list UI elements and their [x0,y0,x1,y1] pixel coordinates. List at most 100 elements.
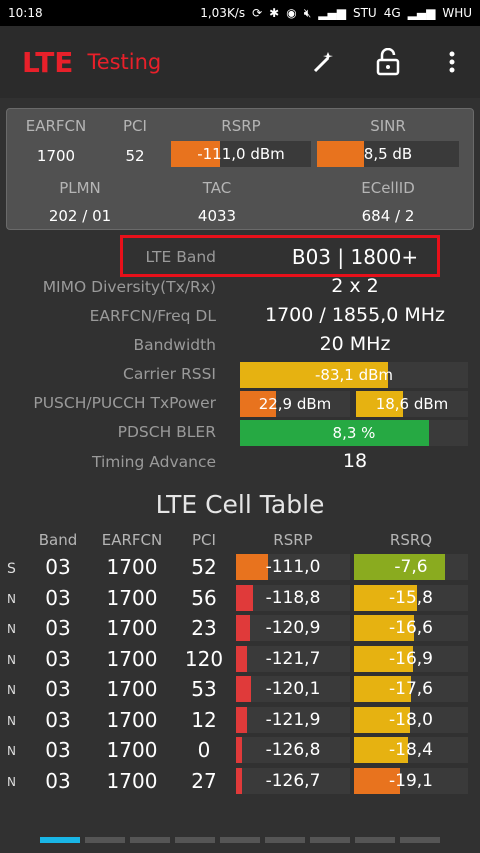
cell-earfcn: 1700 [106,707,158,732]
cell-band: 03 [45,616,71,640]
mimo-value: 2 x 2 [331,275,379,297]
cell-earfcn: 1700 [106,738,158,762]
bler-row: PDSCH BLER 8,3 % [0,419,480,448]
page-dot[interactable] [40,837,80,843]
page-dot[interactable] [400,837,440,843]
mimo-row: MIMO Diversity(Tx/Rx) 2 x 2 [0,274,480,303]
cell-band: 03 [45,738,71,762]
cell-rsrq-bar: -15,8 [354,584,468,611]
table-row: N 03 1700 23 -120,9 -16,6 [0,614,480,644]
app-bar: LTE Testing [0,26,480,98]
status-bar: 10:18 1,03K/s ⟳ ✱ ◉ 🔇︎ ▂▄▆ STU 4G ▂▄▆ WH… [0,0,480,26]
cell-pci: 12 [191,707,217,732]
cell-rsrq-value: -18,4 [389,740,433,760]
plmn-label: PLMN [59,179,101,197]
pci-value: 52 [125,147,145,165]
cell-rsrq-value: -7,6 [394,557,428,577]
cell-band: 03 [45,677,71,701]
page-dot[interactable] [355,837,395,843]
sinr-value: 8,5 dB [363,145,413,163]
bler-bar: 8,3 % [240,420,468,446]
app-subtitle: Testing [87,50,162,74]
cell-earfcn: 1700 [106,768,158,793]
rssi-value: -83,1 dBm [314,366,393,384]
ecellid-label: ECellID [361,179,415,197]
cell-rsrp-bar: -121,7 [236,645,350,672]
cell-rsrp-bar: -120,1 [236,676,350,702]
cell-rsrp-value: -121,9 [265,709,321,730]
ecellid-value: 684 / 2 [361,207,415,225]
cell-type: N [7,713,16,728]
ta-value: 18 [342,450,368,472]
cell-type: N [7,591,16,606]
cell-earfcn: 1700 [106,616,158,640]
table-row: N 03 1700 53 -120,1 -17,6 [0,675,480,705]
unlock-icon[interactable] [374,48,402,76]
cell-type: N [7,683,16,697]
cell-type: N [7,774,16,789]
network-type: 4G [383,6,401,20]
vr-icon: ◉ [286,6,297,20]
cell-band: 03 [45,585,71,610]
band-row: LTE Band B03 | 1800+ [0,244,480,273]
page-dot[interactable] [130,837,170,843]
pci-label: PCI [123,117,147,135]
cell-rsrp-bar: -120,9 [236,615,350,641]
mute-icon: 🔇︎ [303,5,312,20]
page-dot[interactable] [310,837,350,843]
summary-panel: EARFCN PCI RSRP SINR 1700 52 -111,0 dBm … [6,108,474,230]
cell-rsrp-value: -120,9 [265,618,321,638]
page-dot[interactable] [85,837,125,843]
cell-rsrp-bar: -126,8 [236,737,350,763]
cell-band: 03 [45,555,71,579]
rssi-bar: -83,1 dBm [240,362,468,388]
freq-label: EARFCN/Freq DL [89,307,216,325]
mimo-label: MIMO Diversity(Tx/Rx) [42,278,216,296]
signal-icon-2: ▂▄▆ [407,6,436,20]
freq-value: 1700 / 1855,0 MHz [264,304,445,326]
cell-pci: 23 [191,616,217,640]
plmn-value: 202 / 01 [48,207,112,225]
cell-pci: 56 [191,585,217,610]
cell-pci: 120 [184,646,224,671]
overflow-menu-icon[interactable] [438,48,466,76]
cell-rsrq-value: -19,1 [389,770,433,791]
pusch-bar: 22,9 dBm [240,391,350,417]
cell-band: 03 [45,768,71,793]
cell-rsrq-bar: -18,0 [354,706,468,733]
cell-pci: 53 [191,677,217,701]
col-band: Band [38,531,78,549]
table-row: N 03 1700 12 -121,9 -18,0 [0,706,480,736]
cell-rsrq-value: -15,8 [389,587,433,608]
cell-rsrq-value: -17,6 [389,679,433,699]
sinr-bar: 8,5 dB [317,141,459,167]
col-earfcn: EARFCN [101,531,163,549]
earfcn-value: 1700 [36,147,76,165]
cell-rsrq-value: -18,0 [389,709,433,730]
cell-type: N [7,622,16,636]
cell-type: S [7,561,16,577]
cell-earfcn: 1700 [106,585,158,610]
cell-rsrp-bar: -121,9 [236,706,350,733]
cell-rsrp-value: -120,1 [265,679,321,699]
bler-label: PDSCH BLER [117,423,216,441]
pucch-value: 18,6 dBm [375,395,449,413]
cell-band: 03 [45,646,71,671]
magic-wand-icon[interactable] [310,48,338,76]
bler-value: 8,3 % [332,424,376,442]
page-dot[interactable] [265,837,305,843]
cell-rsrp-bar: -126,7 [236,767,350,794]
operator-label: STU [352,6,377,20]
cell-table-title: LTE Cell Table [155,490,325,519]
cell-rsrq-bar: -18,4 [354,737,468,763]
cell-earfcn: 1700 [106,555,158,579]
page-dot[interactable] [175,837,215,843]
cell-type: N [7,744,16,758]
page-dot[interactable] [220,837,260,843]
bandwidth-value: 20 MHz [319,333,391,355]
rsrp-bar: -111,0 dBm [171,141,311,167]
rssi-label: Carrier RSSI [123,365,216,383]
cell-rsrp-value: -126,8 [265,740,321,760]
cell-band: 03 [45,707,71,732]
txpower-row: PUSCH/PUCCH TxPower 22,9 dBm 18,6 dBm [0,390,480,419]
